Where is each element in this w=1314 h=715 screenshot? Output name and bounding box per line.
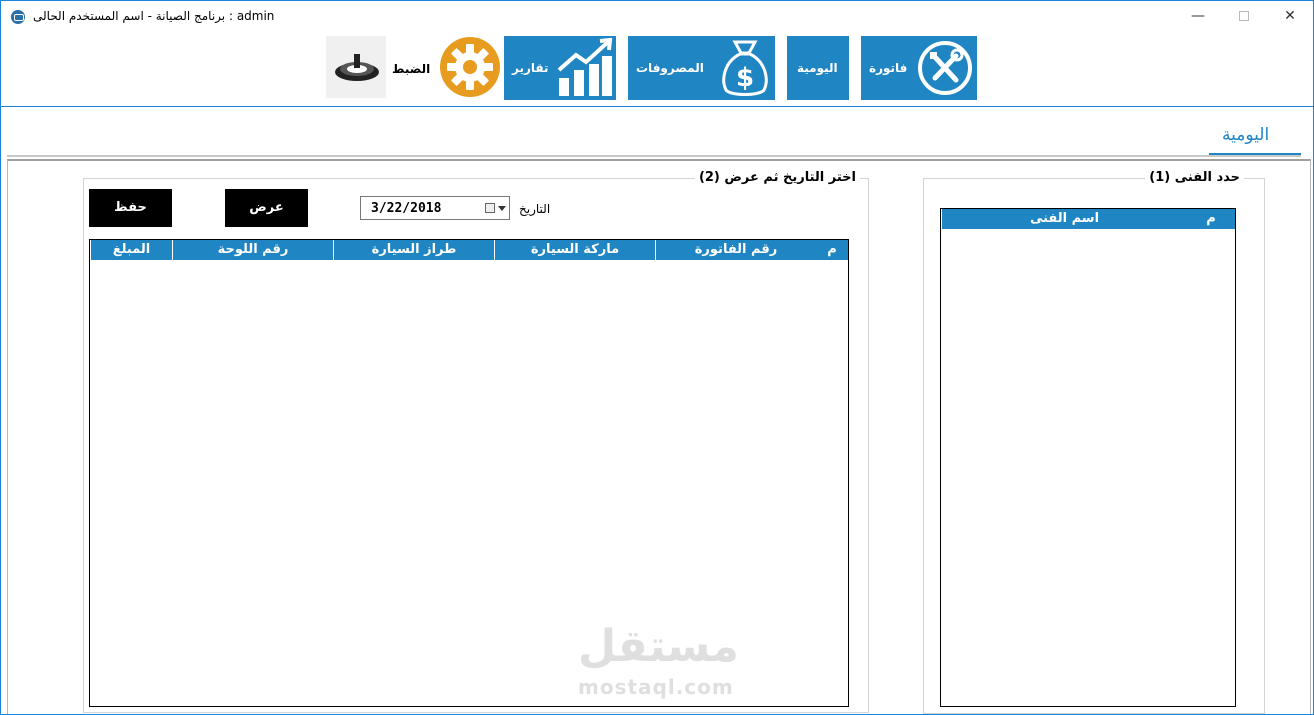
money-bag-icon: $: [722, 40, 768, 96]
settings-label: الضبط: [392, 62, 431, 76]
calendar-icon[interactable]: [485, 203, 495, 213]
column-header-technician-name[interactable]: اسم الفنى: [941, 209, 1187, 229]
app-icon: [11, 10, 25, 24]
chevron-down-icon[interactable]: [498, 206, 506, 211]
svg-text:$: $: [736, 63, 754, 93]
daily-group-title: (2) اختر التاريخ ثم عرض: [694, 170, 860, 185]
maximize-icon: [1239, 11, 1249, 21]
column-header-index[interactable]: م: [816, 240, 848, 260]
invoice-label: فاتورة: [869, 61, 908, 75]
window-title: برنامج الصيانة - اسم المستخدم الحالى : a…: [33, 9, 274, 23]
logout-button[interactable]: [326, 36, 386, 98]
app-window: برنامج الصيانة - اسم المستخدم الحالى : a…: [0, 0, 1314, 715]
settings-button[interactable]: [439, 36, 501, 98]
gear-icon: [440, 37, 500, 97]
date-value: 3/22/2018: [371, 201, 442, 216]
power-icon: [335, 54, 379, 81]
technician-grid-header: م اسم الفنى: [941, 209, 1235, 229]
invoice-button[interactable]: فاتورة: [861, 36, 977, 100]
daily-grid-header: م رقم الفاتورة ماركة السيارة طراز السيار…: [90, 240, 848, 260]
window-title-text: برنامج الصيانة - اسم المستخدم الحالى : a…: [33, 9, 275, 23]
minimize-button[interactable]: —: [1175, 1, 1221, 33]
title-bar: برنامج الصيانة - اسم المستخدم الحالى : a…: [1, 1, 1313, 33]
column-header-amount[interactable]: المبلغ: [90, 240, 172, 260]
column-header-index[interactable]: م: [1187, 209, 1235, 229]
tab-divider: [7, 155, 1301, 157]
expenses-button[interactable]: المصروفات $: [628, 36, 775, 100]
watermark-latin: mostaql.com: [578, 675, 734, 699]
technician-group-title: (1) حدد الفنى: [1145, 170, 1244, 185]
reports-button[interactable]: تقارير: [504, 36, 616, 100]
show-button[interactable]: عرض: [225, 189, 308, 227]
column-header-plate-number[interactable]: رقم اللوحة: [172, 240, 333, 260]
bar-chart-icon: [557, 38, 613, 96]
daily-label: اليومية: [797, 61, 838, 75]
column-header-car-make[interactable]: ماركة السيارة: [494, 240, 655, 260]
watermark-logo: مستقل mostaql.com: [578, 621, 748, 701]
main-toolbar: فاتورة اليومية المصروفات $ تقارير الضبط: [1, 33, 1313, 107]
daily-button[interactable]: اليومية: [787, 36, 849, 100]
close-button[interactable]: ✕: [1267, 1, 1313, 33]
save-button[interactable]: حفظ: [89, 189, 172, 227]
column-header-car-model[interactable]: طراز السيارة: [333, 240, 494, 260]
date-label: التاريخ: [519, 202, 551, 216]
tools-icon: [918, 41, 972, 95]
column-header-invoice-number[interactable]: رقم الفاتورة: [655, 240, 816, 260]
expenses-label: المصروفات: [636, 61, 704, 75]
watermark-arabic: مستقل: [578, 621, 739, 672]
technician-grid[interactable]: م اسم الفنى: [940, 208, 1236, 707]
reports-label: تقارير: [512, 61, 549, 75]
maximize-button[interactable]: [1221, 1, 1267, 33]
tab-daily[interactable]: اليومية: [1222, 125, 1269, 145]
date-picker[interactable]: 3/22/2018: [360, 196, 510, 220]
